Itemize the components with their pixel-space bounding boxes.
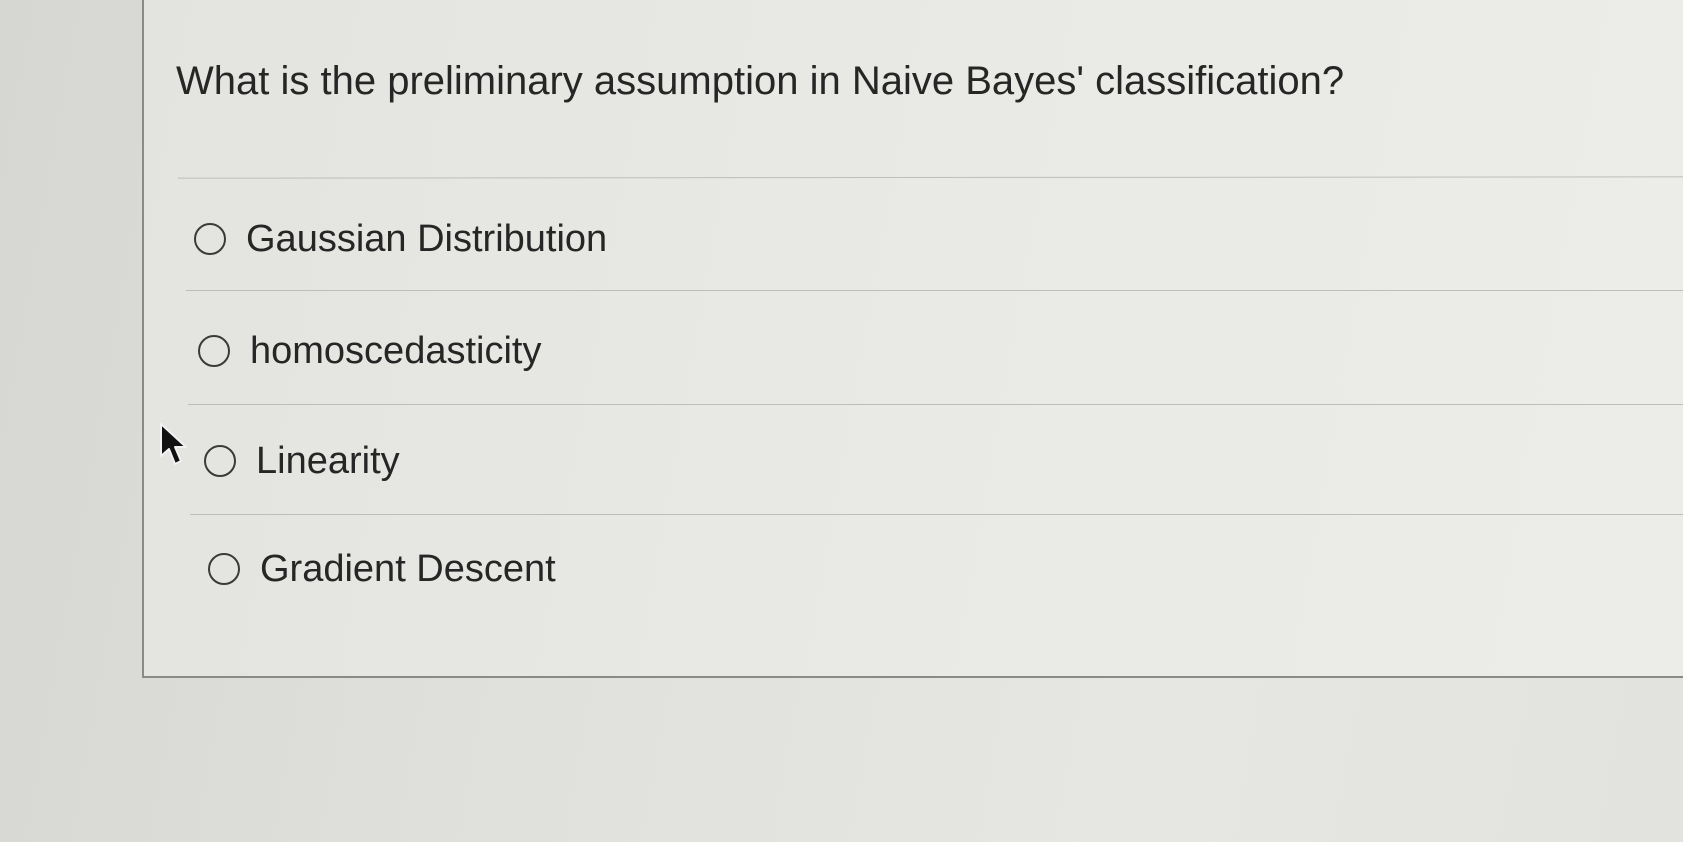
radio-button[interactable] xyxy=(198,335,230,367)
option-gaussian-distribution[interactable]: Gaussian Distribution xyxy=(194,216,607,262)
radio-button[interactable] xyxy=(194,223,226,255)
mouse-pointer-icon xyxy=(160,423,187,465)
question-text: What is the preliminary assumption in Na… xyxy=(176,59,1345,103)
option-linearity[interactable]: Linearity xyxy=(204,438,400,484)
option-gradient-descent[interactable]: Gradient Descent xyxy=(208,546,556,592)
option-divider xyxy=(186,290,1683,291)
radio-button[interactable] xyxy=(208,553,240,585)
option-label: homoscedasticity xyxy=(250,330,542,372)
option-label: Gradient Descent xyxy=(260,548,556,590)
option-divider xyxy=(188,404,1683,405)
option-divider xyxy=(190,514,1683,515)
option-label: Gaussian Distribution xyxy=(246,218,608,260)
option-homoscedasticity[interactable]: homoscedasticity xyxy=(198,328,541,374)
option-label: Linearity xyxy=(256,440,400,482)
radio-button[interactable] xyxy=(204,445,236,477)
